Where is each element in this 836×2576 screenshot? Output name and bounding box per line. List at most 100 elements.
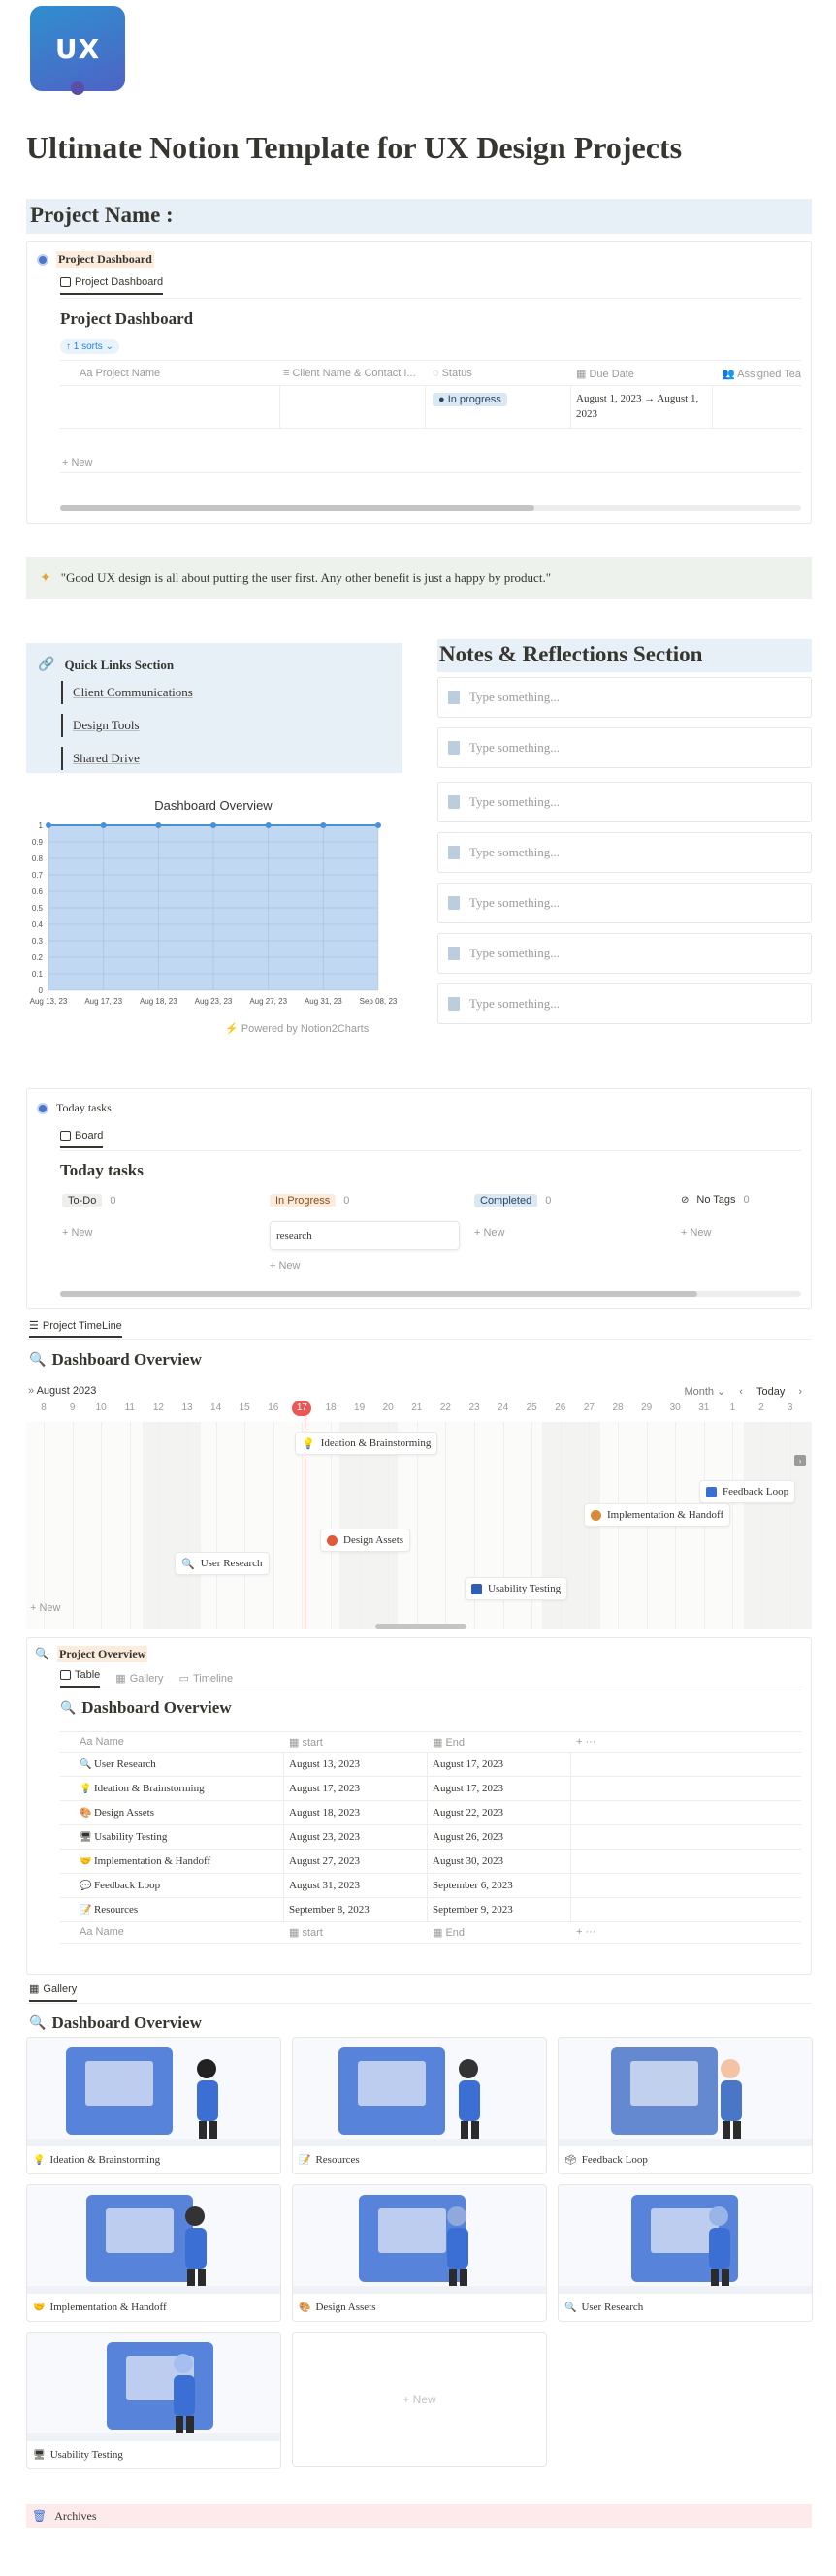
row-start[interactable]: August 13, 2023 (289, 1758, 433, 1770)
table-row[interactable]: 📝 Resources September 8, 2023 September 9,… (60, 1898, 801, 1922)
board-col-completed[interactable]: Completed 0 (474, 1194, 551, 1208)
table-row[interactable]: 🤝 Implementation & Handoff August 27, 202… (60, 1850, 801, 1874)
timeline-item-feedback-loop[interactable]: Feedback Loop (699, 1480, 796, 1503)
row-name[interactable]: 🎨 Design Assets (80, 1807, 273, 1819)
today-button[interactable]: Today (756, 1386, 785, 1398)
scrollbar-thumb[interactable] (60, 1291, 698, 1297)
note-row[interactable]: Type something... (437, 677, 812, 718)
gallery-card[interactable]: 🔍 User Research (558, 2184, 813, 2322)
timeline-new-button[interactable]: + New (30, 1602, 61, 1614)
note-row[interactable]: Type something... (437, 983, 812, 1024)
archives-callout[interactable]: 🗑 Archives (26, 2504, 812, 2528)
row-name[interactable]: 💡 Ideation & Brainstorming (80, 1783, 273, 1794)
row-start[interactable]: August 31, 2023 (289, 1880, 433, 1891)
col-client-name[interactable]: ≡ Client Name & Contact I... (283, 368, 429, 379)
note-row[interactable]: Type something... (437, 933, 812, 974)
note-row[interactable]: Type something... (437, 727, 812, 768)
new-card-no-tags[interactable]: + New (681, 1227, 712, 1239)
col-start[interactable]: ▦ start (289, 1736, 434, 1749)
gallery-card[interactable]: 📝 Resources (292, 2037, 547, 2174)
sorts-button[interactable]: ↑ 1 sorts ⌄ (60, 339, 119, 354)
due-date-cell[interactable]: August 1, 2023 → August 1, 2023 (576, 391, 708, 422)
row-end[interactable]: August 26, 2023 (433, 1831, 576, 1843)
new-row-button[interactable]: + New (62, 457, 93, 468)
gallery-card[interactable]: 💡 Ideation & Brainstorming (26, 2037, 281, 2174)
today-tasks-link[interactable]: Today tasks (56, 1101, 112, 1115)
row-start[interactable]: August 18, 2023 (289, 1807, 433, 1819)
gallery-card[interactable]: 🤝 Implementation & Handoff (26, 2184, 281, 2322)
next-arrow-icon[interactable]: › (798, 1386, 802, 1398)
link-shared-drive[interactable]: Shared Drive (61, 747, 391, 770)
scrollbar-thumb[interactable] (60, 505, 534, 511)
board-col-no-tags[interactable]: ⊘ No Tags 0 (681, 1194, 750, 1206)
project-dashboard-link[interactable]: Project Dashboard (56, 251, 154, 268)
board-col-in-progress[interactable]: In Progress 0 (270, 1194, 349, 1208)
row-start[interactable]: August 23, 2023 (289, 1831, 433, 1843)
timeline-item-user-research[interactable]: 🔍 User Research (175, 1552, 270, 1575)
tab-gallery-section[interactable]: ▦ Gallery (29, 1982, 78, 2002)
col-assigned-team[interactable]: 👥 Assigned Tea (722, 368, 803, 380)
tab-table[interactable]: Table (60, 1669, 101, 1688)
timeline-item-design-assets[interactable]: Design Assets (320, 1529, 411, 1552)
timeline-view[interactable]: » August 2023 Month ⌄ ‹ Today › 8 9 10 11 12… (26, 1381, 812, 1629)
row-end[interactable]: August 30, 2023 (433, 1855, 576, 1867)
row-end[interactable]: August 17, 2023 (433, 1783, 576, 1794)
table-row[interactable]: 💡 Ideation & Brainstorming August 17, 202… (60, 1777, 801, 1801)
row-end[interactable]: September 6, 2023 (433, 1880, 576, 1891)
row-name[interactable]: 🤝 Implementation & Handoff (80, 1855, 273, 1867)
task-card[interactable]: research (270, 1221, 460, 1250)
gallery-new-card[interactable]: + New (292, 2332, 547, 2467)
tab-timeline[interactable]: ▭ Timeline (179, 1669, 234, 1688)
new-card-todo[interactable]: + New (62, 1227, 93, 1239)
row-name[interactable]: 📝 Resources (80, 1904, 273, 1916)
timeline-item-ideation[interactable]: 💡 Ideation & Brainstorming (295, 1432, 438, 1455)
gallery-card[interactable]: 🖥 Usability Testing (26, 2332, 281, 2469)
add-column-button[interactable]: + ··· (576, 1736, 615, 1748)
collapse-icon[interactable]: › (794, 1455, 806, 1466)
table-row[interactable]: 🎨 Design Assets August 18, 2023 August 22,… (60, 1801, 801, 1825)
chart-footer[interactable]: ⚡ Powered by Notion2Charts (225, 1022, 369, 1035)
horizontal-scrollbar[interactable] (60, 505, 801, 511)
month-dropdown[interactable]: Month ⌄ (684, 1385, 725, 1398)
prev-arrow-icon[interactable]: ‹ (739, 1386, 743, 1398)
row-name[interactable]: 🖥 Usability Testing (80, 1831, 273, 1843)
status-badge[interactable]: ● In progress (433, 393, 507, 406)
col-status[interactable]: ◌ Status (433, 368, 568, 379)
link-design-tools[interactable]: Design Tools (61, 714, 391, 737)
timeline-scrollbar[interactable] (375, 1624, 466, 1629)
tab-project-timeline[interactable]: ☰ Project TimeLine (29, 1319, 122, 1338)
row-end[interactable]: August 22, 2023 (433, 1807, 576, 1819)
timeline-item-usability-testing[interactable]: Usability Testing (465, 1577, 568, 1600)
project-overview-link[interactable]: Project Overview (56, 1646, 148, 1662)
tab-board[interactable]: Board (60, 1130, 104, 1148)
timeline-header-month: » August 2023 (28, 1385, 97, 1397)
row-end[interactable]: September 9, 2023 (433, 1904, 576, 1916)
link-client-communications[interactable]: Client Communications (61, 681, 391, 704)
col-project-name[interactable]: Aa Project Name (80, 368, 303, 379)
note-row[interactable]: Type something... (437, 782, 812, 822)
board-col-todo[interactable]: To-Do 0 (62, 1194, 115, 1208)
col-due-date[interactable]: ▦ Due Date (576, 368, 712, 380)
new-card-completed[interactable]: + New (474, 1227, 505, 1239)
row-start[interactable]: August 27, 2023 (289, 1855, 433, 1867)
tab-project-dashboard[interactable]: Project Dashboard (60, 276, 164, 295)
row-name[interactable]: 💬 Feedback Loop (80, 1880, 273, 1891)
tab-gallery[interactable]: ▦ Gallery (115, 1669, 163, 1688)
note-row[interactable]: Type something... (437, 883, 812, 923)
horizontal-scrollbar[interactable] (60, 1291, 801, 1297)
row-name[interactable]: 🔍 User Research (80, 1758, 273, 1770)
new-card-in-progress[interactable]: + New (270, 1260, 301, 1272)
row-start[interactable]: September 8, 2023 (289, 1904, 433, 1916)
timeline-item-implementation[interactable]: Implementation & Handoff (584, 1503, 731, 1527)
table-row[interactable]: 🖥 Usability Testing August 23, 2023 August… (60, 1825, 801, 1850)
table-row[interactable]: 💬 Feedback Loop August 31, 2023 September … (60, 1874, 801, 1898)
col-end[interactable]: ▦ End (433, 1736, 578, 1749)
gallery-card[interactable]: 🎨 Design Assets (292, 2184, 547, 2322)
col-name[interactable]: Aa Name (80, 1736, 273, 1748)
note-row[interactable]: Type something... (437, 832, 812, 873)
gallery-card[interactable]: 🗳 Feedback Loop (558, 2037, 813, 2174)
table-row[interactable]: 🔍 User Research August 13, 2023 August 17,… (60, 1753, 801, 1777)
footer-add[interactable]: + ··· (576, 1926, 615, 1938)
row-end[interactable]: August 17, 2023 (433, 1758, 576, 1770)
row-start[interactable]: August 17, 2023 (289, 1783, 433, 1794)
